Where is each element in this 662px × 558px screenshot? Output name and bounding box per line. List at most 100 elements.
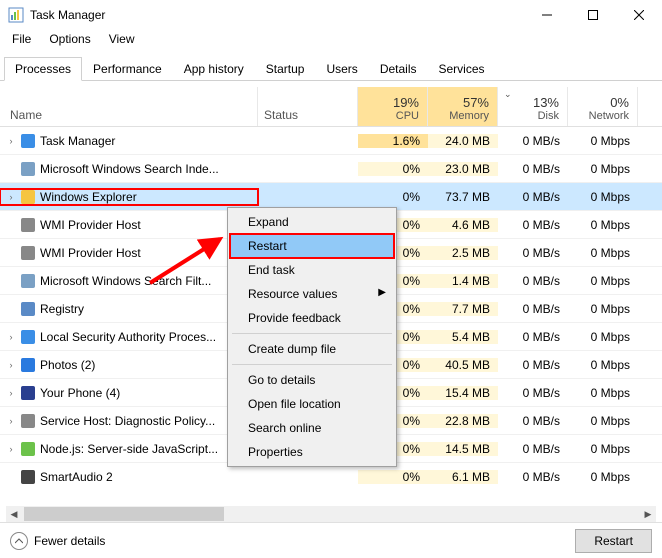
process-name: Photos (2) <box>40 358 95 372</box>
mem-pct: 57% <box>428 95 489 110</box>
menu-item-go-to-details[interactable]: Go to details <box>230 368 394 392</box>
scroll-left-button[interactable]: ◀ <box>6 506 22 522</box>
scroll-thumb[interactable] <box>24 507 224 521</box>
network-cell: 0 Mbps <box>568 442 638 456</box>
window-title: Task Manager <box>30 8 105 22</box>
gear-icon <box>20 413 36 429</box>
explorer-icon <box>20 189 36 205</box>
process-name-cell[interactable]: ›Local Security Authority Proces... <box>0 329 258 345</box>
horizontal-scrollbar[interactable]: ◀ ▶ <box>6 506 656 522</box>
process-name: Microsoft Windows Search Inde... <box>40 162 219 176</box>
cpu-cell: 0% <box>358 190 428 204</box>
expand-chevron-icon[interactable]: › <box>6 360 16 370</box>
col-network[interactable]: 0% Network <box>568 87 638 126</box>
menu-separator <box>232 364 392 365</box>
process-name: Your Phone (4) <box>40 386 120 400</box>
process-name-cell[interactable]: Microsoft Windows Search Filt... <box>0 273 258 289</box>
tab-startup[interactable]: Startup <box>255 57 316 81</box>
memory-cell: 6.1 MB <box>428 470 498 484</box>
col-status[interactable]: Status <box>258 87 358 126</box>
cpu-cell: 1.6% <box>358 134 428 148</box>
cpu-pct: 19% <box>358 95 419 110</box>
column-headers: Name Status 19% CPU 57% Memory ⌄ 13% Dis… <box>0 87 662 127</box>
col-cpu[interactable]: 19% CPU <box>358 87 428 126</box>
menu-view[interactable]: View <box>101 30 143 50</box>
tab-users[interactable]: Users <box>315 57 368 81</box>
tab-app-history[interactable]: App history <box>173 57 255 81</box>
shield-icon <box>20 329 36 345</box>
memory-cell: 4.6 MB <box>428 218 498 232</box>
menu-item-expand[interactable]: Expand <box>230 210 394 234</box>
registry-icon <box>20 301 36 317</box>
col-memory[interactable]: 57% Memory <box>428 87 498 126</box>
tab-processes[interactable]: Processes <box>4 57 82 81</box>
expand-chevron-icon[interactable]: › <box>6 388 16 398</box>
memory-cell: 73.7 MB <box>428 190 498 204</box>
network-cell: 0 Mbps <box>568 162 638 176</box>
tab-performance[interactable]: Performance <box>82 57 173 81</box>
table-row[interactable]: Microsoft Windows Search Inde...0%23.0 M… <box>0 155 662 183</box>
menu-file[interactable]: File <box>4 30 39 50</box>
disk-cell: 0 MB/s <box>498 190 568 204</box>
maximize-button[interactable] <box>570 0 616 30</box>
network-cell: 0 Mbps <box>568 246 638 260</box>
scroll-right-button[interactable]: ▶ <box>640 506 656 522</box>
network-cell: 0 Mbps <box>568 330 638 344</box>
fewer-details-icon[interactable] <box>10 532 28 550</box>
menu-item-properties[interactable]: Properties <box>230 440 394 464</box>
menu-item-end-task[interactable]: End task <box>230 258 394 282</box>
cpu-label: CPU <box>358 110 419 122</box>
net-label: Network <box>568 110 629 122</box>
process-name-cell[interactable]: Microsoft Windows Search Inde... <box>0 161 258 177</box>
menu-item-resource-values[interactable]: Resource values▶ <box>230 282 394 306</box>
memory-cell: 15.4 MB <box>428 386 498 400</box>
restart-button[interactable]: Restart <box>575 529 652 553</box>
process-name-cell[interactable]: ›Task Manager <box>0 133 258 149</box>
process-name-cell[interactable]: WMI Provider Host <box>0 217 258 233</box>
menu-item-provide-feedback[interactable]: Provide feedback <box>230 306 394 330</box>
network-cell: 0 Mbps <box>568 414 638 428</box>
expand-chevron-icon[interactable]: › <box>6 444 16 454</box>
minimize-button[interactable] <box>524 0 570 30</box>
menu-separator <box>232 333 392 334</box>
context-menu: ExpandRestartEnd taskResource values▶Pro… <box>227 207 397 467</box>
process-name-cell[interactable]: ›Windows Explorer <box>0 189 258 205</box>
app-icon <box>8 7 24 23</box>
process-name-cell[interactable]: SmartAudio 2 <box>0 469 258 485</box>
expand-chevron-icon[interactable]: › <box>6 332 16 342</box>
process-name-cell[interactable]: ›Node.js: Server-side JavaScript... <box>0 441 258 457</box>
close-button[interactable] <box>616 0 662 30</box>
window-controls <box>524 0 662 30</box>
process-name-cell[interactable]: › Photos (2) <box>0 357 258 373</box>
process-name-cell[interactable]: ›Service Host: Diagnostic Policy... <box>0 413 258 429</box>
menu-options[interactable]: Options <box>41 30 98 50</box>
col-disk[interactable]: ⌄ 13% Disk <box>498 87 568 126</box>
menu-item-open-file-location[interactable]: Open file location <box>230 392 394 416</box>
search-icon <box>20 273 36 289</box>
col-name[interactable]: Name <box>0 87 258 126</box>
process-name-cell[interactable]: Registry <box>0 301 258 317</box>
disk-cell: 0 MB/s <box>498 358 568 372</box>
mem-label: Memory <box>428 110 489 122</box>
table-row[interactable]: ›Task Manager1.6%24.0 MB0 MB/s0 Mbps <box>0 127 662 155</box>
tab-details[interactable]: Details <box>369 57 428 81</box>
fewer-details-label[interactable]: Fewer details <box>34 534 105 548</box>
menu-item-search-online[interactable]: Search online <box>230 416 394 440</box>
expand-chevron-icon[interactable]: › <box>6 192 16 202</box>
network-cell: 0 Mbps <box>568 274 638 288</box>
process-name-cell[interactable]: › Your Phone (4) <box>0 385 258 401</box>
expand-chevron-icon[interactable]: › <box>6 416 16 426</box>
tab-services[interactable]: Services <box>428 57 496 81</box>
menu-item-create-dump-file[interactable]: Create dump file <box>230 337 394 361</box>
process-name: Microsoft Windows Search Filt... <box>40 274 211 288</box>
memory-cell: 1.4 MB <box>428 274 498 288</box>
tab-strip: Processes Performance App history Startu… <box>0 56 662 81</box>
disk-cell: 0 MB/s <box>498 218 568 232</box>
expand-chevron-icon[interactable]: › <box>6 136 16 146</box>
network-cell: 0 Mbps <box>568 190 638 204</box>
disk-cell: 0 MB/s <box>498 302 568 316</box>
menu-item-restart[interactable]: Restart <box>230 234 394 258</box>
process-name-cell[interactable]: WMI Provider Host <box>0 245 258 261</box>
disk-cell: 0 MB/s <box>498 470 568 484</box>
disk-cell: 0 MB/s <box>498 246 568 260</box>
